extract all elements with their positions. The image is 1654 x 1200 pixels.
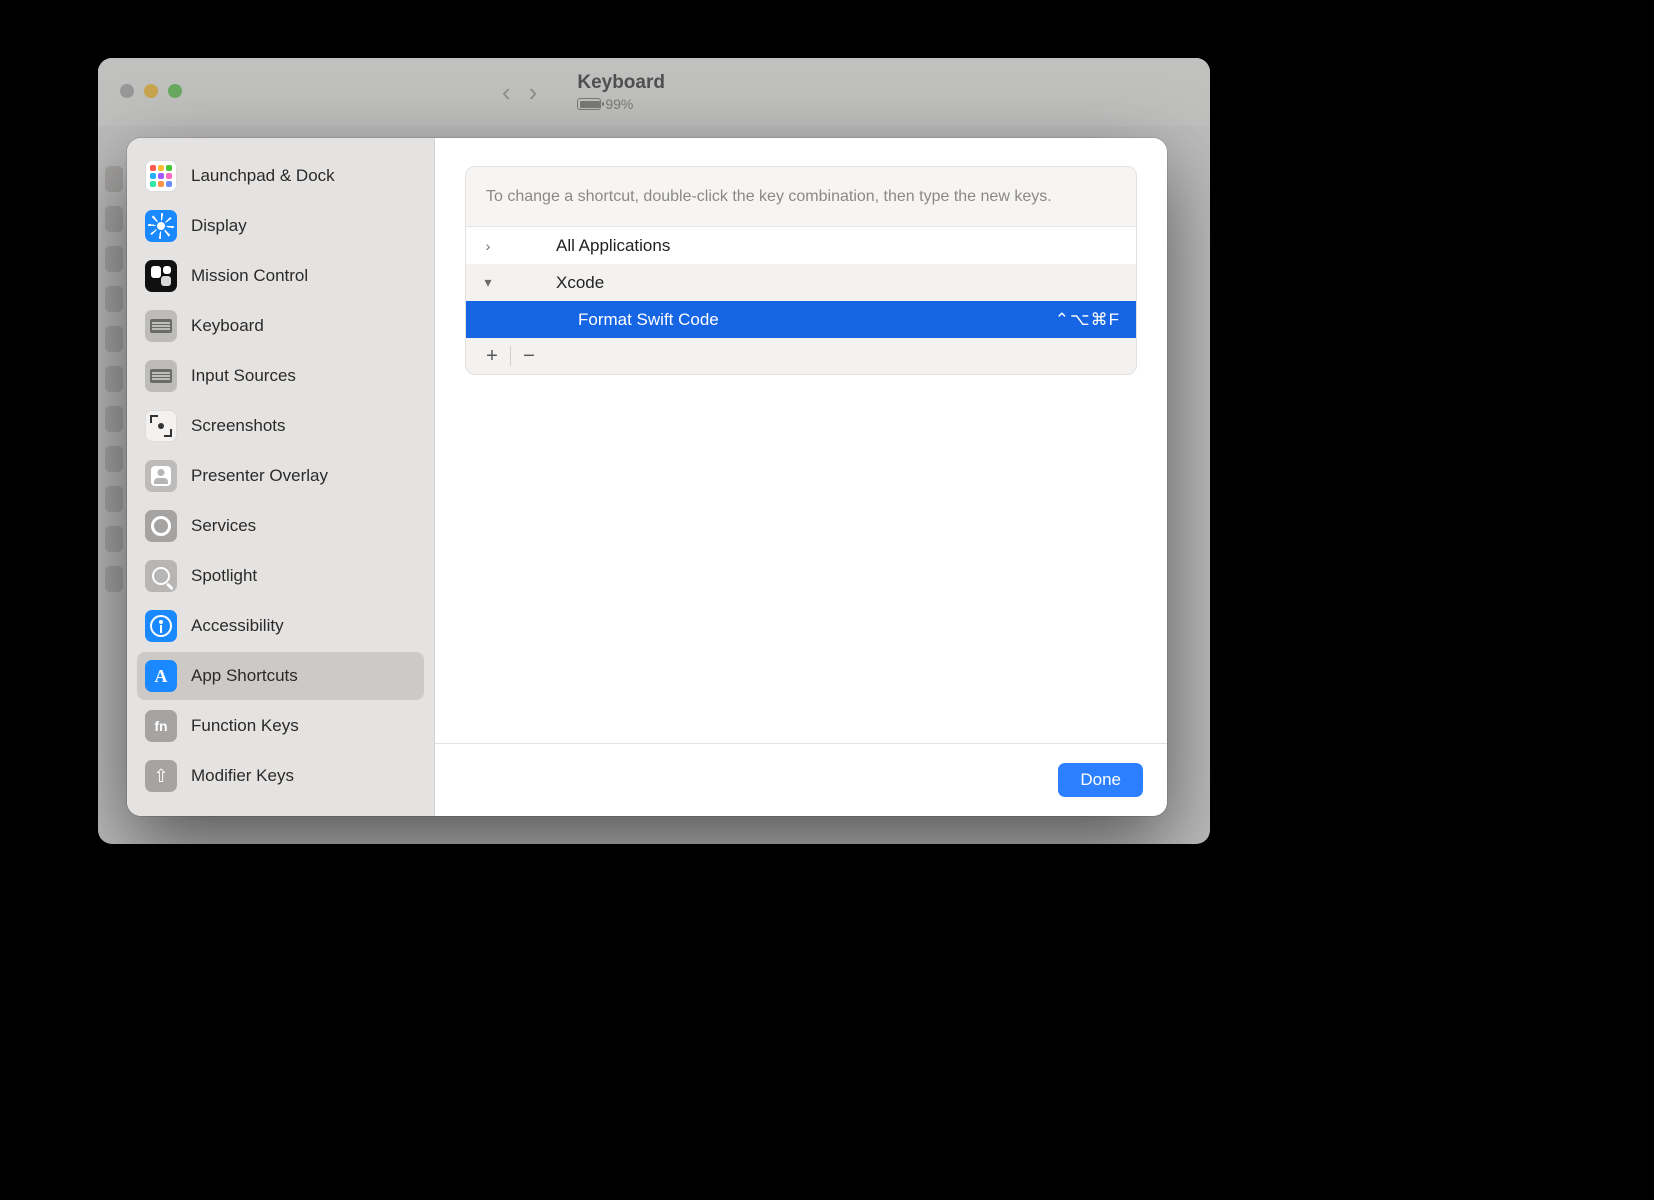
sidebar-item-keyboard[interactable]: Keyboard bbox=[137, 302, 424, 350]
chevron-down-icon: ▾ bbox=[478, 274, 498, 291]
presenter-overlay-icon bbox=[145, 460, 177, 492]
minus-icon: − bbox=[523, 345, 535, 368]
category-sidebar: Launchpad & Dock Display Mission Control… bbox=[127, 138, 435, 816]
sidebar-item-label: Modifier Keys bbox=[191, 766, 294, 786]
sidebar-item-screenshots[interactable]: Screenshots bbox=[137, 402, 424, 450]
tree-label: All Applications bbox=[556, 236, 670, 256]
launchpad-icon bbox=[145, 160, 177, 192]
sidebar-item-label: Input Sources bbox=[191, 366, 296, 386]
sheet-footer: Done bbox=[435, 743, 1167, 816]
shortcuts-list: To change a shortcut, double-click the k… bbox=[465, 166, 1137, 375]
display-icon bbox=[145, 210, 177, 242]
close-button[interactable] bbox=[120, 84, 134, 98]
sidebar-item-input-sources[interactable]: Input Sources bbox=[137, 352, 424, 400]
done-button[interactable]: Done bbox=[1058, 763, 1143, 797]
window-title: Keyboard bbox=[577, 72, 665, 94]
sidebar-item-label: Mission Control bbox=[191, 266, 308, 286]
title-block: Keyboard 99% bbox=[577, 72, 665, 112]
bg-window-header: ‹ › Keyboard 99% bbox=[98, 58, 1210, 126]
keyboard-icon bbox=[145, 310, 177, 342]
input-sources-icon bbox=[145, 360, 177, 392]
sidebar-item-presenter-overlay[interactable]: Presenter Overlay bbox=[137, 452, 424, 500]
spotlight-icon bbox=[145, 560, 177, 592]
sidebar-item-services[interactable]: Services bbox=[137, 502, 424, 550]
list-toolbar: + − bbox=[466, 338, 1136, 374]
sidebar-item-display[interactable]: Display bbox=[137, 202, 424, 250]
hint-text: To change a shortcut, double-click the k… bbox=[466, 167, 1136, 227]
main-content: To change a shortcut, double-click the k… bbox=[435, 138, 1167, 816]
accessibility-icon bbox=[145, 610, 177, 642]
tree-row-format-swift-code[interactable]: Format Swift Code ⌃⌥⌘F bbox=[466, 301, 1136, 338]
sidebar-item-label: Services bbox=[191, 516, 256, 536]
sidebar-item-mission-control[interactable]: Mission Control bbox=[137, 252, 424, 300]
sidebar-item-label: Display bbox=[191, 216, 247, 236]
maximize-button[interactable] bbox=[168, 84, 182, 98]
sidebar-item-label: App Shortcuts bbox=[191, 666, 298, 686]
plus-icon: + bbox=[486, 345, 498, 368]
toolbar-divider bbox=[510, 346, 511, 366]
sidebar-item-app-shortcuts[interactable]: A App Shortcuts bbox=[137, 652, 424, 700]
remove-button[interactable]: − bbox=[515, 343, 543, 369]
sidebar-item-label: Launchpad & Dock bbox=[191, 166, 335, 186]
battery-percent: 99% bbox=[605, 96, 633, 112]
bg-sidebar-strip bbox=[98, 156, 130, 824]
services-icon bbox=[145, 510, 177, 542]
function-keys-icon: fn bbox=[145, 710, 177, 742]
sidebar-item-function-keys[interactable]: fn Function Keys bbox=[137, 702, 424, 750]
sidebar-item-spotlight[interactable]: Spotlight bbox=[137, 552, 424, 600]
sidebar-item-label: Keyboard bbox=[191, 316, 264, 336]
chevron-right-icon: › bbox=[478, 238, 498, 254]
back-button[interactable]: ‹ bbox=[502, 77, 511, 108]
forward-button[interactable]: › bbox=[529, 77, 538, 108]
screenshots-icon bbox=[145, 410, 177, 442]
mission-control-icon bbox=[145, 260, 177, 292]
tree-label: Format Swift Code bbox=[578, 310, 719, 330]
app-shortcuts-icon: A bbox=[145, 660, 177, 692]
sidebar-item-label: Function Keys bbox=[191, 716, 299, 736]
tree-label: Xcode bbox=[556, 273, 604, 293]
sidebar-item-label: Screenshots bbox=[191, 416, 286, 436]
sidebar-item-label: Accessibility bbox=[191, 616, 284, 636]
nav-arrows: ‹ › Keyboard 99% bbox=[502, 72, 665, 112]
shortcut-key-combo[interactable]: ⌃⌥⌘F bbox=[1055, 310, 1120, 330]
shortcuts-sheet: Launchpad & Dock Display Mission Control… bbox=[127, 138, 1167, 816]
tree-row-all-applications[interactable]: › All Applications bbox=[466, 227, 1136, 264]
sidebar-item-label: Spotlight bbox=[191, 566, 257, 586]
sidebar-item-label: Presenter Overlay bbox=[191, 466, 328, 486]
modifier-keys-icon: ⇧ bbox=[145, 760, 177, 792]
battery-icon bbox=[577, 98, 601, 110]
sidebar-item-modifier-keys[interactable]: ⇧ Modifier Keys bbox=[137, 752, 424, 800]
done-button-label: Done bbox=[1080, 770, 1121, 789]
sidebar-item-accessibility[interactable]: Accessibility bbox=[137, 602, 424, 650]
battery-status: 99% bbox=[577, 96, 665, 112]
sidebar-item-launchpad-dock[interactable]: Launchpad & Dock bbox=[137, 152, 424, 200]
tree-row-xcode[interactable]: ▾ Xcode bbox=[466, 264, 1136, 301]
traffic-lights bbox=[120, 84, 182, 98]
minimize-button[interactable] bbox=[144, 84, 158, 98]
add-button[interactable]: + bbox=[478, 343, 506, 369]
